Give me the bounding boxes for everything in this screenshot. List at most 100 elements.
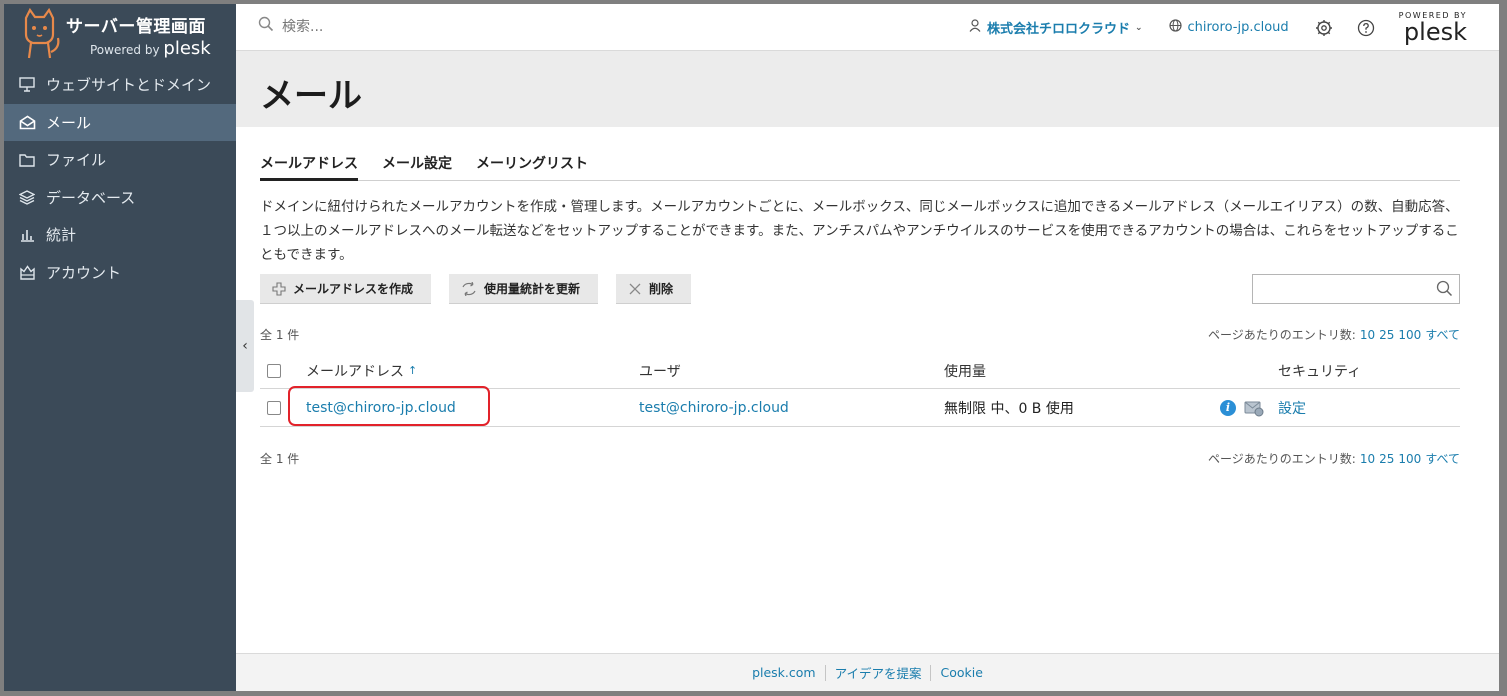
perpage-option-10[interactable]: 10 — [1360, 452, 1375, 466]
global-search[interactable]: 検索... — [258, 16, 323, 36]
perpage-option-all[interactable]: すべて — [1425, 452, 1460, 466]
entries-per-page-bottom: ページあたりのエントリ数: 10 25 100 すべて — [1208, 450, 1460, 467]
topbar-right: 株式会社チロロクラウド ⌄ chiroro-jp.cloud POWERED B… — [969, 4, 1499, 51]
help-icon[interactable] — [1357, 19, 1375, 37]
entries-per-page-top: ページあたりのエントリ数: 10 25 100 すべて — [1208, 326, 1460, 343]
toolbar: メールアドレスを作成 使用量統計を更新 削除 — [260, 274, 709, 304]
plesk-wordmark: plesk — [1403, 17, 1467, 46]
sidebar-item-label: ファイル — [46, 151, 107, 170]
delete-x-icon — [628, 282, 642, 296]
column-header-user[interactable]: ユーザ — [639, 353, 681, 388]
perpage-option-25[interactable]: 25 — [1379, 452, 1394, 466]
sidebar-item-label: 統計 — [46, 226, 77, 245]
search-icon — [258, 16, 274, 36]
sidebar-item-label: アカウント — [46, 263, 122, 282]
gear-icon[interactable] — [1315, 19, 1333, 37]
list-search-input[interactable] — [1252, 274, 1460, 304]
app-window: サーバー管理画面 Powered by plesk ウェブサイトとドメイン メー… — [0, 0, 1507, 696]
entries-per-page-label: ページあたりのエントリ数: — [1208, 328, 1356, 342]
antispam-icon — [1244, 399, 1264, 417]
table-header: メールアドレス ↑ ユーザ 使用量 セキュリティ — [260, 353, 1460, 389]
page-header: メール — [236, 51, 1499, 127]
table-row: test@chiroro-jp.cloud test@chiroro-jp.cl… — [260, 386, 1460, 427]
folder-icon — [18, 151, 36, 169]
entries-per-page-label: ページあたりのエントリ数: — [1208, 452, 1356, 466]
usage-value: 無制限 中、0 B 使用 — [944, 400, 1074, 417]
item-count-bottom: 全 1 件 — [260, 452, 300, 466]
sidebar-item-databases[interactable]: データベース — [4, 179, 236, 217]
chevron-down-icon: ⌄ — [1134, 22, 1143, 33]
domain-link[interactable]: chiroro-jp.cloud — [1168, 19, 1289, 36]
email-address-link[interactable]: test@chiroro-jp.cloud — [306, 389, 456, 426]
perpage-option-100[interactable]: 100 — [1398, 452, 1421, 466]
user-icon — [969, 19, 981, 36]
bar-chart-icon — [18, 226, 36, 244]
perpage-option-100[interactable]: 100 — [1398, 328, 1421, 342]
page-description: ドメインに紐付けられたメールアカウントを作成・管理します。メールアカウントごとに… — [260, 199, 1459, 263]
perpage-option-25[interactable]: 25 — [1379, 328, 1394, 342]
plesk-logo: POWERED BY plesk — [1399, 11, 1467, 46]
delete-label: 削除 — [649, 282, 674, 296]
plus-icon — [272, 281, 286, 296]
sidebar-item-label: メール — [46, 113, 92, 132]
security-cell: i 設定 — [1220, 389, 1306, 426]
row-select-cell — [267, 389, 281, 426]
perpage-option-10[interactable]: 10 — [1360, 328, 1375, 342]
collapse-sidebar-button[interactable]: ‹ — [236, 300, 254, 392]
column-header-email[interactable]: メールアドレス ↑ — [306, 353, 417, 388]
database-icon — [18, 188, 36, 206]
search-placeholder: 検索... — [282, 19, 324, 35]
refresh-icon — [461, 281, 477, 296]
create-email-label: メールアドレスを作成 — [293, 282, 414, 296]
account-menu[interactable]: 株式会社チロロクラウド ⌄ — [969, 18, 1143, 37]
sidebar-item-mail[interactable]: メール — [4, 103, 236, 141]
tab-mail-settings[interactable]: メール設定 — [382, 151, 452, 181]
sidebar-item-files[interactable]: ファイル — [4, 141, 236, 179]
select-all-cell — [267, 353, 281, 388]
footer-link-plesk[interactable]: plesk.com — [743, 665, 825, 680]
search-icon — [1436, 280, 1453, 301]
refresh-usage-label: 使用量統計を更新 — [484, 282, 581, 296]
sidebar-nav: ウェブサイトとドメイン メール ファイル データベース 統計 アカウント — [4, 66, 236, 291]
tab-bar: メールアドレス メール設定 メーリングリスト — [260, 151, 1460, 181]
info-icon[interactable]: i — [1220, 399, 1236, 416]
row-checkbox[interactable] — [267, 400, 281, 415]
envelope-icon — [18, 113, 36, 131]
sidebar-item-websites[interactable]: ウェブサイトとドメイン — [4, 66, 236, 104]
sidebar-item-account[interactable]: アカウント — [4, 254, 236, 292]
sidebar-item-stats[interactable]: 統計 — [4, 216, 236, 254]
footer-link-cookie[interactable]: Cookie — [931, 665, 991, 680]
column-header-security: セキュリティ — [1278, 363, 1362, 380]
account-name: 株式会社チロロクラウド — [986, 22, 1130, 37]
column-header-usage[interactable]: 使用量 — [944, 353, 986, 388]
powered-brand: plesk — [163, 38, 211, 59]
delete-button[interactable]: 削除 — [616, 274, 692, 304]
account-icon — [18, 263, 36, 281]
sidebar-item-label: データベース — [46, 188, 136, 207]
brand: サーバー管理画面 Powered by plesk — [4, 4, 236, 66]
footer-link-ideas[interactable]: アイデアを提案 — [826, 663, 931, 682]
user-link[interactable]: test@chiroro-jp.cloud — [639, 389, 789, 426]
column-email-label: メールアドレス — [306, 363, 404, 380]
globe-icon — [1168, 19, 1182, 36]
create-email-button[interactable]: メールアドレスを作成 — [260, 274, 432, 304]
topbar: 検索... 株式会社チロロクラウド ⌄ chiroro-jp.cloud POW… — [236, 4, 1499, 51]
tab-mailing-lists[interactable]: メーリングリスト — [476, 151, 588, 181]
footer: plesk.com アイデアを提案 Cookie — [236, 653, 1499, 691]
tab-email-addresses[interactable]: メールアドレス — [260, 151, 358, 181]
page-title: メール — [260, 76, 362, 116]
sort-ascending-icon: ↑ — [408, 364, 418, 377]
sidebar-item-label: ウェブサイトとドメイン — [46, 76, 212, 95]
perpage-option-all[interactable]: すべて — [1425, 328, 1460, 342]
cat-logo-icon — [24, 8, 60, 59]
monitor-icon — [18, 76, 36, 94]
security-settings-link[interactable]: 設定 — [1278, 398, 1306, 418]
powered-prefix: Powered by — [90, 43, 160, 57]
app-title: サーバー管理画面 — [66, 17, 206, 37]
select-all-checkbox[interactable] — [267, 363, 281, 378]
chevron-left-icon: ‹ — [242, 338, 248, 354]
powered-by: Powered by plesk — [90, 38, 211, 59]
domain-name: chiroro-jp.cloud — [1187, 20, 1289, 35]
item-count-top: 全 1 件 — [260, 328, 300, 342]
refresh-usage-button[interactable]: 使用量統計を更新 — [449, 274, 599, 304]
